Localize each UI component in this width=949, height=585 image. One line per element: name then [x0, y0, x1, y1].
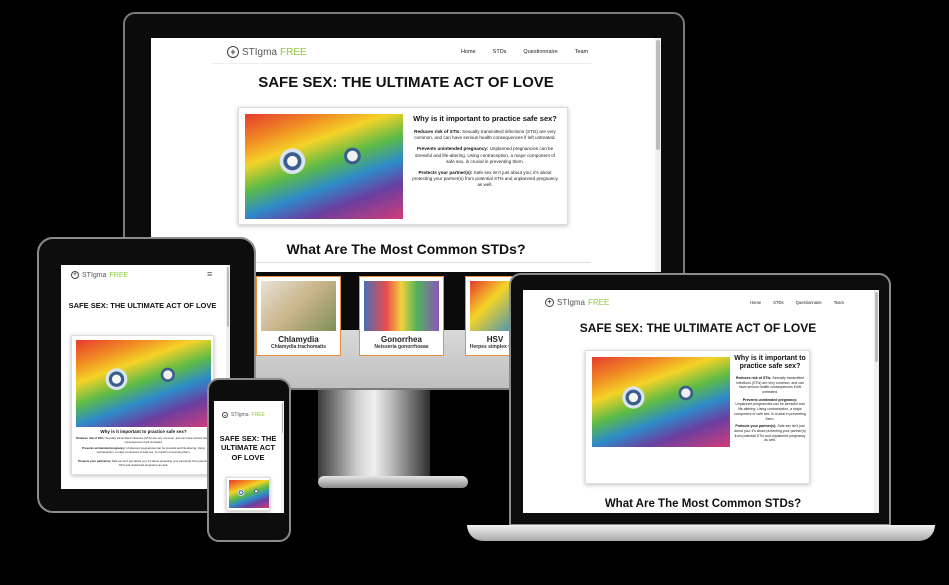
brand-part1: STIgma: [231, 412, 249, 418]
main-nav: Home STDs Questionnaire Team: [461, 49, 588, 55]
why-point-3-text: Safe sex isn't just about you; it's abou…: [110, 459, 209, 467]
plus-circle-icon: +: [222, 412, 228, 418]
why-point-2-label: Prevents unintended pregnancy:: [416, 146, 489, 152]
why-card: Why is it important to practice safe sex…: [585, 350, 810, 484]
desktop-scrollbar[interactable]: [655, 38, 661, 272]
page-title: SAFE SEX: THE ULTIMATE ACT OF LOVE: [219, 434, 277, 462]
hero-image: [245, 114, 403, 219]
brand-part1: STIgma: [82, 271, 107, 279]
brand-logo[interactable]: + STIgma FREE: [545, 298, 609, 307]
page-title: SAFE SEX: THE ULTIMATE ACT OF LOVE: [579, 321, 817, 335]
brand-part2: FREE: [109, 271, 129, 279]
why-point-3: Protects your partner(s): Safe sex isn't…: [734, 424, 806, 443]
nav-stds[interactable]: STDs: [493, 49, 507, 55]
brand-part1: STIgma: [242, 46, 278, 58]
why-point-1: Reduces risk of STIs: Sexually transmitt…: [734, 376, 806, 395]
why-point-1-label: Reduces risk of STIs:: [414, 129, 461, 134]
laptop-screen: + STIgma FREE Home STDs Questionnaire Tea…: [523, 290, 879, 513]
laptop-scrollbar[interactable]: [874, 290, 879, 513]
nav-home[interactable]: Home: [461, 49, 476, 55]
main-nav: Home STDs Questionnaire Team: [750, 300, 844, 305]
why-point-2: Prevents unintended pregnancy: Unplanned…: [76, 446, 211, 455]
std-photo: [364, 281, 439, 331]
laptop-base: [467, 525, 935, 541]
nav-questionnaire[interactable]: Questionnaire: [796, 300, 822, 305]
phone-screen: + STIgma FREE SAFE SEX: THE ULTIMATE ACT …: [214, 401, 284, 513]
why-point-3-label: Protects your partner(s):: [418, 169, 473, 175]
nav-team[interactable]: Team: [834, 300, 844, 305]
page-title: SAFE SEX: THE ULTIMATE ACT OF LOVE: [258, 74, 554, 91]
nav-team[interactable]: Team: [575, 49, 588, 55]
nav-stds[interactable]: STDs: [773, 300, 783, 305]
why-point-1-text: Sexually transmitted infections (STIs) a…: [104, 436, 211, 444]
hero-image: [592, 357, 730, 447]
hero-image: [229, 480, 269, 508]
brand-part2: FREE: [280, 46, 307, 58]
nav-divider: [211, 63, 591, 64]
why-point-3-label: Protects your partner(s):: [78, 459, 111, 463]
why-heading: Why is it important to practice safe sex…: [734, 355, 806, 371]
why-point-1-label: Reduces risk of STIs:: [76, 436, 105, 440]
std-scientific-name: Neisseria gonorrhoeae: [374, 344, 429, 350]
plus-circle-icon: +: [227, 46, 239, 58]
why-point-2: Prevents unintended pregnancy: Unplanned…: [734, 398, 806, 422]
why-point-3: Protects your partner(s): Safe sex isn't…: [76, 459, 211, 468]
plus-circle-icon: +: [71, 271, 79, 279]
why-point-1: Reduces risk of STIs: Sexually transmitt…: [76, 436, 211, 445]
why-point-1-label: Reduces risk of STIs:: [735, 375, 772, 380]
tablet-screen: + STIgma FREE ≡ SAFE SEX: THE ULTIMATE AC…: [61, 265, 230, 489]
std-scientific-name: Chlamydia trachomatis: [270, 344, 327, 350]
hero-image: [76, 340, 211, 427]
why-point-1: Reduces risk of STIs: Sexually transmitt…: [411, 129, 559, 141]
brand-part2: FREE: [251, 412, 265, 418]
brand-logo[interactable]: + STIgma FREE: [222, 412, 265, 418]
why-point-3: Protects your partner(s): Safe sex isn't…: [411, 170, 559, 189]
monitor-stand: [318, 388, 430, 480]
why-point-3-label: Protects your partner(s):: [735, 424, 777, 429]
std-name: Gonorrhea: [381, 335, 422, 344]
why-point-2-text: Unplanned pregnancies can be stressful a…: [734, 402, 806, 421]
why-point-2: Prevents unintended pregnancy: Unplanned…: [411, 146, 559, 165]
nav-questionnaire[interactable]: Questionnaire: [523, 49, 557, 55]
page-title: SAFE SEX: THE ULTIMATE ACT OF LOVE: [68, 301, 217, 310]
std-card-gonorrhea[interactable]: Gonorrhea Neisseria gonorrhoeae: [359, 276, 444, 356]
why-heading: Why is it important to practice safe sex…: [100, 429, 187, 434]
stds-heading: What Are The Most Common STDs?: [604, 498, 802, 510]
monitor-base: [318, 476, 468, 488]
why-card: Why is it important to practice safe sex…: [71, 335, 214, 475]
plus-circle-icon: +: [545, 298, 554, 307]
stds-divider: [211, 262, 591, 263]
phone-scrollbar[interactable]: [281, 401, 284, 513]
std-name: Chlamydia: [278, 335, 319, 344]
std-photo: [261, 281, 336, 331]
why-heading: Why is it important to practice safe sex…: [413, 114, 557, 123]
brand-logo[interactable]: + STIgma FREE: [71, 271, 128, 279]
brand-logo[interactable]: + STIgma FREE: [227, 46, 307, 58]
why-card: Why is it important to practice safe sex…: [238, 107, 568, 225]
why-card: [226, 477, 270, 511]
std-card-chlamydia[interactable]: Chlamydia Chlamydia trachomatis: [256, 276, 341, 356]
brand-part2: FREE: [588, 298, 610, 307]
nav-home[interactable]: Home: [750, 300, 761, 305]
hamburger-icon[interactable]: ≡: [207, 269, 212, 279]
why-point-2-label: Prevents unintended pregnancy:: [742, 397, 798, 402]
brand-part1: STIgma: [557, 298, 586, 307]
